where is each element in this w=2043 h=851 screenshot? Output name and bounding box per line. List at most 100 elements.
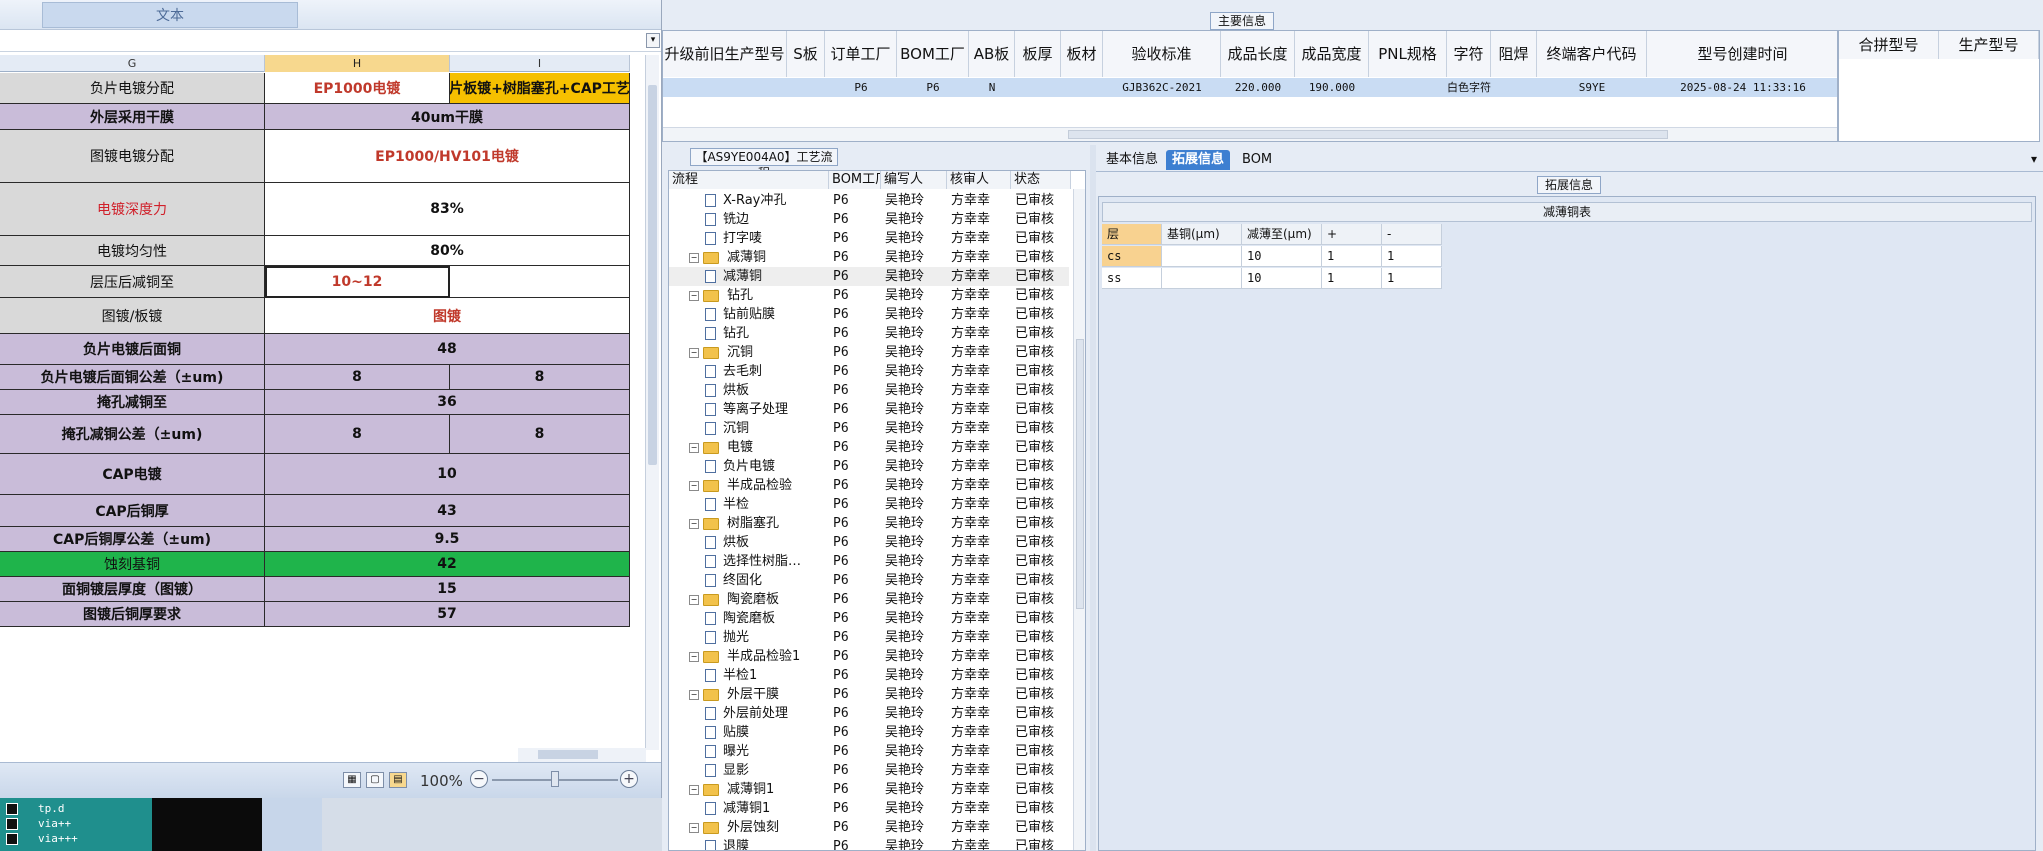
tree-row[interactable]: 减薄铜 P6 吴艳玲 方幸幸 已审核 bbox=[669, 267, 1069, 286]
table-cell[interactable] bbox=[1162, 268, 1242, 289]
collapse-icon[interactable]: − bbox=[689, 518, 699, 529]
tree-row[interactable]: 抛光 P6 吴艳玲 方幸幸 已审核 bbox=[669, 628, 1069, 647]
table-cell[interactable] bbox=[1491, 78, 1537, 97]
table-cell[interactable] bbox=[1162, 246, 1242, 267]
layer-checkbox[interactable] bbox=[6, 818, 18, 830]
column-header[interactable]: 合拼型号 bbox=[1839, 31, 1939, 59]
collapse-icon[interactable]: − bbox=[689, 290, 699, 301]
layer-checkbox[interactable] bbox=[6, 833, 18, 845]
tree-row[interactable]: X-Ray冲孔 P6 吴艳玲 方幸幸 已审核 bbox=[669, 191, 1069, 210]
vertical-scrollbar[interactable] bbox=[1073, 189, 1085, 850]
horizontal-scrollbar[interactable] bbox=[518, 748, 646, 762]
table-cell[interactable]: 10 bbox=[1242, 246, 1322, 267]
tab-basic-info[interactable]: 基本信息 bbox=[1100, 150, 1164, 170]
collapse-icon[interactable]: − bbox=[689, 442, 699, 453]
folder-icon[interactable]: − bbox=[689, 286, 720, 305]
tree-row[interactable]: − 树脂塞孔 P6 吴艳玲 方幸幸 已审核 bbox=[669, 514, 1069, 533]
column-header[interactable]: 生产型号 bbox=[1939, 31, 2039, 59]
collapse-icon[interactable]: − bbox=[689, 252, 699, 263]
row-label[interactable]: 外层采用干膜 bbox=[0, 104, 265, 130]
column-header-g[interactable]: G bbox=[0, 55, 265, 72]
table-cell[interactable]: GJB362C-2021 bbox=[1103, 78, 1221, 97]
column-header[interactable]: 状态 bbox=[1011, 171, 1071, 189]
column-header[interactable]: 核审人 bbox=[947, 171, 1011, 189]
cell-value[interactable]: 图镀 bbox=[265, 298, 630, 334]
tree-row[interactable]: 显影 P6 吴艳玲 方幸幸 已审核 bbox=[669, 761, 1069, 780]
folder-icon[interactable]: − bbox=[689, 248, 720, 267]
table-cell[interactable]: 白色字符 bbox=[1447, 78, 1491, 97]
collapse-icon[interactable]: − bbox=[689, 822, 699, 833]
table-cell[interactable]: P6 bbox=[825, 78, 897, 97]
tree-row[interactable]: 选择性树脂… P6 吴艳玲 方幸幸 已审核 bbox=[669, 552, 1069, 571]
tree-row[interactable]: 贴膜 P6 吴艳玲 方幸幸 已审核 bbox=[669, 723, 1069, 742]
scroll-thumb[interactable] bbox=[648, 85, 657, 465]
row-label[interactable]: 负片电镀后面铜 bbox=[0, 334, 265, 365]
cell-value-i[interactable]: 8 bbox=[450, 415, 630, 454]
tree-row[interactable]: 陶瓷磨板 P6 吴艳玲 方幸幸 已审核 bbox=[669, 609, 1069, 628]
folder-icon[interactable]: − bbox=[689, 343, 720, 362]
page-layout-view-icon[interactable]: ▢ bbox=[366, 772, 384, 788]
table-cell[interactable] bbox=[787, 78, 825, 97]
table-cell[interactable] bbox=[663, 78, 787, 97]
cell-value-i[interactable]: 片板镀+树脂塞孔+CAP工艺 bbox=[450, 73, 630, 104]
tree-row[interactable]: 半检1 P6 吴艳玲 方幸幸 已审核 bbox=[669, 666, 1069, 685]
row-label[interactable]: CAP后铜厚公差（±um) bbox=[0, 527, 265, 552]
tree-row[interactable]: − 沉铜 P6 吴艳玲 方幸幸 已审核 bbox=[669, 343, 1069, 362]
tree-row[interactable]: 沉铜 P6 吴艳玲 方幸幸 已审核 bbox=[669, 419, 1069, 438]
column-header[interactable]: 流程 bbox=[669, 171, 829, 189]
row-label[interactable]: 电镀深度力 bbox=[0, 183, 265, 236]
collapse-icon[interactable]: − bbox=[689, 784, 699, 795]
table-cell[interactable] bbox=[1369, 78, 1447, 97]
tree-row[interactable]: 钻前贴膜 P6 吴艳玲 方幸幸 已审核 bbox=[669, 305, 1069, 324]
table-cell[interactable] bbox=[1061, 78, 1103, 97]
table-cell[interactable]: S9YE bbox=[1537, 78, 1647, 97]
column-header[interactable]: 成品长度 bbox=[1221, 31, 1295, 77]
table-cell[interactable]: N bbox=[969, 78, 1015, 97]
folder-icon[interactable]: − bbox=[689, 685, 720, 704]
tree-row[interactable]: 等离子处理 P6 吴艳玲 方幸幸 已审核 bbox=[669, 400, 1069, 419]
folder-icon[interactable]: − bbox=[689, 514, 720, 533]
tree-row[interactable]: 半检 P6 吴艳玲 方幸幸 已审核 bbox=[669, 495, 1069, 514]
column-header[interactable]: AB板 bbox=[969, 31, 1015, 77]
cell-value-i[interactable]: 8 bbox=[450, 365, 630, 390]
column-header[interactable]: 订单工厂 bbox=[825, 31, 897, 77]
zoom-level[interactable]: 100% bbox=[420, 772, 463, 790]
panel-menu-icon[interactable]: ▾ bbox=[2031, 152, 2037, 166]
column-header[interactable]: 阻焊 bbox=[1491, 31, 1537, 77]
table-cell[interactable]: 2025-08-24 11:33:16 bbox=[1647, 78, 1837, 97]
row-label[interactable]: 掩孔减铜至 bbox=[0, 390, 265, 415]
row-label[interactable]: 图镀电镀分配 bbox=[0, 130, 265, 183]
folder-icon[interactable]: − bbox=[689, 590, 720, 609]
column-header[interactable]: - bbox=[1382, 224, 1442, 245]
cell-value[interactable]: 36 bbox=[265, 390, 630, 415]
cell-value[interactable]: 42 bbox=[265, 552, 630, 577]
scroll-thumb[interactable] bbox=[538, 750, 598, 759]
column-header-i[interactable]: I bbox=[450, 55, 630, 72]
table-cell[interactable]: 190.000 bbox=[1295, 78, 1369, 97]
table-cell[interactable]: 220.000 bbox=[1221, 78, 1295, 97]
row-label[interactable]: 负片电镀后面铜公差（±um) bbox=[0, 365, 265, 390]
zoom-slider-thumb[interactable] bbox=[551, 771, 559, 787]
column-header-h[interactable]: H bbox=[265, 55, 450, 72]
cell-value[interactable]: 40um干膜 bbox=[265, 104, 630, 130]
column-header[interactable]: S板 bbox=[787, 31, 825, 77]
table-cell[interactable]: 10 bbox=[1242, 268, 1322, 289]
table-cell[interactable]: 1 bbox=[1322, 246, 1382, 267]
column-header[interactable]: 基铜(μm) bbox=[1162, 224, 1242, 245]
folder-icon[interactable]: − bbox=[689, 647, 720, 666]
main-info-tab[interactable]: 主要信息 bbox=[1210, 12, 1274, 30]
row-label[interactable]: CAP后铜厚 bbox=[0, 495, 265, 527]
table-cell[interactable]: cs bbox=[1102, 246, 1162, 267]
cell-value-h[interactable]: 8 bbox=[265, 415, 450, 454]
row-label[interactable]: 层压后减铜至 bbox=[0, 266, 265, 298]
cell-value[interactable]: 80% bbox=[265, 236, 630, 266]
column-header[interactable]: + bbox=[1322, 224, 1382, 245]
cell-value[interactable]: 48 bbox=[265, 334, 630, 365]
row-label[interactable]: CAP电镀 bbox=[0, 454, 265, 495]
tree-row[interactable]: 终固化 P6 吴艳玲 方幸幸 已审核 bbox=[669, 571, 1069, 590]
folder-icon[interactable]: − bbox=[689, 476, 720, 495]
column-header[interactable]: 板厚 bbox=[1015, 31, 1061, 77]
tab-bom[interactable]: BOM bbox=[1236, 150, 1278, 170]
table-cell[interactable]: 1 bbox=[1322, 268, 1382, 289]
horizontal-scrollbar[interactable] bbox=[663, 127, 1837, 141]
